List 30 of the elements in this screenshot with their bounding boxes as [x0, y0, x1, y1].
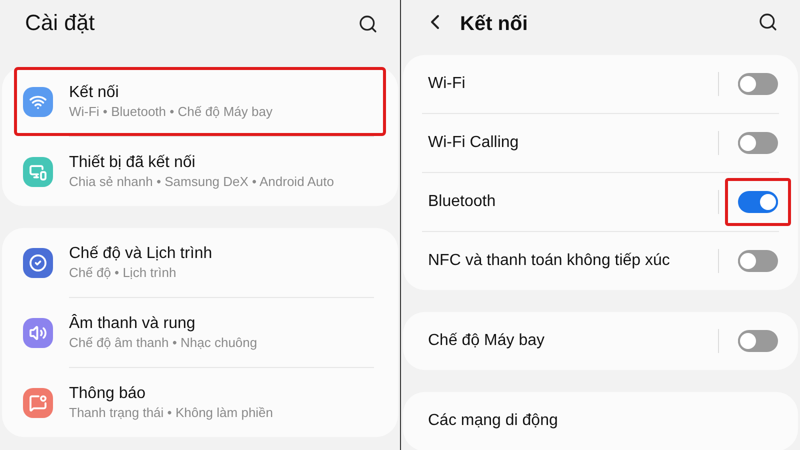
screen-title: Kết nối	[460, 12, 528, 37]
search-icon[interactable]	[758, 12, 778, 32]
item-subtitle: Chia sẻ nhanh • Samsung DeX • Android Auto	[69, 173, 334, 191]
item-title: Thông báo	[69, 384, 147, 404]
toggle-switch[interactable]	[738, 132, 778, 154]
toggle-switch[interactable]	[738, 250, 778, 272]
item-title: Chế độ và Lịch trình	[69, 244, 212, 264]
setting-label[interactable]: NFC và thanh toán không tiếp xúc	[428, 249, 670, 273]
settings-item[interactable]: Kết nối Wi-Fi • Bluetooth • Chế độ Máy bay	[14, 67, 386, 136]
item-subtitle: Chế độ • Lịch trình	[69, 264, 178, 282]
settings-item[interactable]: Âm thanh và rung Chế độ âm thanh • Nhạc chuông	[14, 298, 386, 367]
item-title: Kết nối	[69, 83, 120, 103]
settings-item[interactable]: Chế độ và Lịch trình Chế độ • Lịch trình	[14, 228, 386, 297]
item-title: Thiết bị đã kết nối	[69, 153, 196, 173]
setting-label[interactable]: Bluetooth	[428, 190, 496, 214]
search-icon[interactable]	[358, 14, 378, 34]
toggle-switch[interactable]	[738, 330, 778, 352]
setting-label[interactable]: Wi-Fi Calling	[428, 131, 519, 155]
settings-item[interactable]: Thông báo Thanh trạng thái • Không làm phiền	[14, 368, 386, 437]
setting-label[interactable]: Các mạng di động	[428, 409, 558, 433]
setting-label[interactable]: Wi-Fi	[428, 72, 466, 96]
item-subtitle: Wi-Fi • Bluetooth • Chế độ Máy bay	[69, 103, 272, 121]
item-subtitle: Thanh trạng thái • Không làm phiền	[69, 404, 274, 422]
item-subtitle: Chế độ âm thanh • Nhạc chuông	[69, 334, 258, 352]
setting-label[interactable]: Chế độ Máy bay	[428, 329, 545, 353]
toggle-switch[interactable]	[738, 73, 778, 95]
screen-title: Cài đặt	[25, 9, 95, 37]
settings-item[interactable]: Thiết bị đã kết nối Chia sẻ nhanh • Samsung DeX • Android Auto	[14, 137, 386, 206]
item-title: Âm thanh và rung	[69, 313, 196, 334]
toggle-switch[interactable]	[738, 191, 778, 213]
